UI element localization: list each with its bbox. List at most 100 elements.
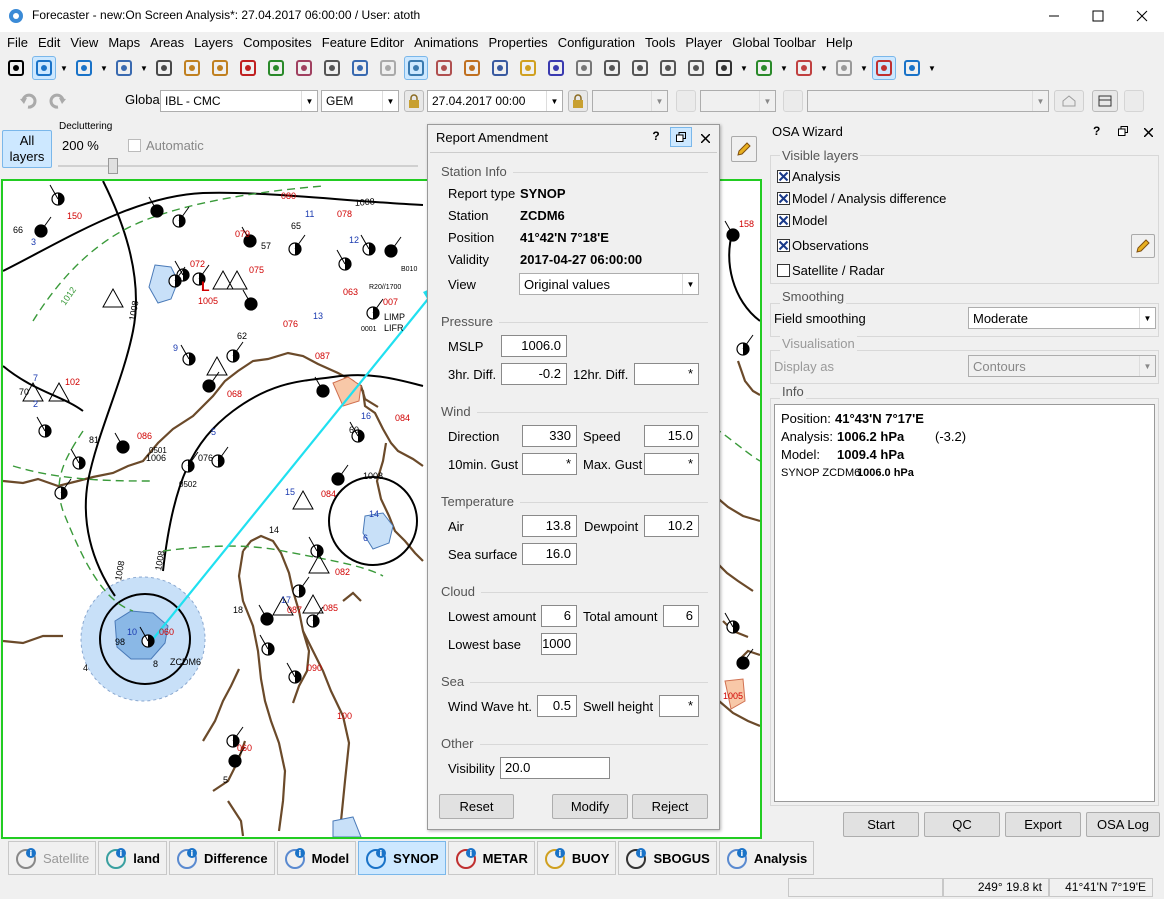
sigma-icon[interactable]: [264, 56, 288, 80]
dropdown-arrow-icon[interactable]: ▼: [820, 56, 828, 80]
dialog-close-button[interactable]: [696, 129, 714, 147]
redo-icon[interactable]: [48, 91, 68, 111]
menu-properties[interactable]: Properties: [483, 35, 552, 50]
disabled-combo-1[interactable]: ▼: [592, 90, 668, 112]
maxgust-field[interactable]: *: [644, 453, 699, 475]
minimize-button[interactable]: [1032, 0, 1076, 32]
lock-button[interactable]: [404, 90, 424, 112]
diff3-field[interactable]: -0.2: [501, 363, 567, 385]
graph-icon[interactable]: [600, 56, 624, 80]
close-window-button[interactable]: [1120, 0, 1164, 32]
sea-surface-field[interactable]: 16.0: [522, 543, 577, 565]
menu-configuration[interactable]: Configuration: [553, 35, 640, 50]
plot-points-icon[interactable]: [236, 56, 260, 80]
lowest-base-field[interactable]: 1000: [541, 633, 577, 655]
visibility-field[interactable]: 20.0: [500, 757, 610, 779]
time-ruler-icon[interactable]: [208, 56, 232, 80]
cursor-chart-icon[interactable]: [544, 56, 568, 80]
menu-view[interactable]: View: [65, 35, 103, 50]
time-map-icon[interactable]: [752, 56, 776, 80]
speed-field[interactable]: 15.0: [644, 425, 699, 447]
help-button[interactable]: ?: [646, 129, 666, 147]
report-icon[interactable]: [872, 56, 896, 80]
automatic-checkbox[interactable]: [128, 139, 141, 152]
field-smoothing-select[interactable]: Moderate ▼: [968, 307, 1156, 329]
hammer-icon[interactable]: [460, 56, 484, 80]
buoy-marker[interactable]: [206, 355, 228, 376]
menu-feature-editor[interactable]: Feature Editor: [317, 35, 409, 50]
float-button[interactable]: [670, 127, 692, 147]
graph3-icon[interactable]: [656, 56, 680, 80]
layer-checkbox-1[interactable]: [777, 192, 790, 205]
graph4-icon[interactable]: [684, 56, 708, 80]
observations-edit-button[interactable]: [1131, 234, 1155, 258]
menu-file[interactable]: File: [2, 35, 33, 50]
swell-field[interactable]: *: [659, 695, 699, 717]
buoy-marker[interactable]: [212, 269, 234, 290]
layer-tab-buoy[interactable]: i BUOY: [536, 841, 617, 875]
gem-combo[interactable]: GEM ▼: [321, 90, 399, 112]
qc-button[interactable]: QC: [924, 812, 1000, 837]
buoy-marker[interactable]: [292, 489, 314, 510]
layer-checkbox-4[interactable]: [777, 264, 790, 277]
model-combo[interactable]: IBL - CMC ▼: [160, 90, 318, 112]
eye-icon[interactable]: [572, 56, 596, 80]
layer-checkbox-0[interactable]: [777, 170, 790, 183]
menu-animations[interactable]: Animations: [409, 35, 483, 50]
osa-log-button[interactable]: OSA Log: [1086, 812, 1160, 837]
bulb-icon[interactable]: [516, 56, 540, 80]
mslp-field[interactable]: 1006.0: [501, 335, 567, 357]
dropdown-arrow-icon[interactable]: ▼: [860, 56, 868, 80]
layout-icon[interactable]: [112, 56, 136, 80]
grid-button[interactable]: [1092, 90, 1118, 112]
grid-edit-icon[interactable]: [320, 56, 344, 80]
target-icon[interactable]: [404, 56, 428, 80]
layer-tab-synop[interactable]: i SYNOP: [358, 841, 446, 875]
home-button[interactable]: [1054, 90, 1084, 112]
lock-button-5[interactable]: [1124, 90, 1144, 112]
maximize-button[interactable]: [1076, 0, 1120, 32]
menu-global-toolbar[interactable]: Global Toolbar: [727, 35, 821, 50]
layer-tab-difference[interactable]: i Difference: [168, 841, 275, 875]
palette-icon[interactable]: [432, 56, 456, 80]
osa-float-button[interactable]: [1118, 125, 1132, 139]
ruler-icon[interactable]: [180, 56, 204, 80]
menu-layers[interactable]: Layers: [189, 35, 238, 50]
menu-help[interactable]: Help: [821, 35, 858, 50]
modify-button[interactable]: Modify: [552, 794, 628, 819]
dropdown-arrow-icon[interactable]: ▼: [140, 56, 148, 80]
menu-areas[interactable]: Areas: [145, 35, 189, 50]
heatmap-icon[interactable]: [792, 56, 816, 80]
direction-field[interactable]: 330: [522, 425, 577, 447]
reset-button[interactable]: Reset: [439, 794, 514, 819]
total-amount-field[interactable]: 6: [663, 605, 699, 627]
table-icon[interactable]: [348, 56, 372, 80]
dropdown-arrow-icon[interactable]: ▼: [100, 56, 108, 80]
layer-tab-land[interactable]: i land: [98, 841, 167, 875]
datetime-combo[interactable]: 27.04.2017 00:00 ▼: [427, 90, 563, 112]
select-icon[interactable]: [32, 56, 56, 80]
layer-tab-sbogus[interactable]: i SBOGUS: [618, 841, 717, 875]
buoy-marker[interactable]: [302, 593, 324, 614]
menu-player[interactable]: Player: [680, 35, 727, 50]
layer-tab-satellite[interactable]: i Satellite: [8, 841, 97, 875]
print-icon[interactable]: [152, 56, 176, 80]
lock-button-4[interactable]: [783, 90, 803, 112]
shape-icon[interactable]: [292, 56, 316, 80]
layer-checkbox-3[interactable]: [777, 239, 790, 252]
video-icon[interactable]: [900, 56, 924, 80]
air-field[interactable]: 13.8: [522, 515, 577, 537]
all-layers-button[interactable]: All layers: [2, 130, 52, 168]
diff12-field[interactable]: *: [634, 363, 699, 385]
display-as-select[interactable]: Contours ▼: [968, 355, 1156, 377]
reject-button[interactable]: Reject: [632, 794, 708, 819]
lock-button-3[interactable]: [676, 90, 696, 112]
lock-button-2[interactable]: [568, 90, 588, 112]
dropdown-arrow-icon[interactable]: ▼: [60, 56, 68, 80]
gust10-field[interactable]: *: [522, 453, 577, 475]
menu-edit[interactable]: Edit: [33, 35, 65, 50]
crosshair-icon[interactable]: [712, 56, 736, 80]
dropdown-arrow-icon[interactable]: ▼: [740, 56, 748, 80]
cloud-icon[interactable]: [376, 56, 400, 80]
pencil-button[interactable]: [731, 136, 757, 162]
